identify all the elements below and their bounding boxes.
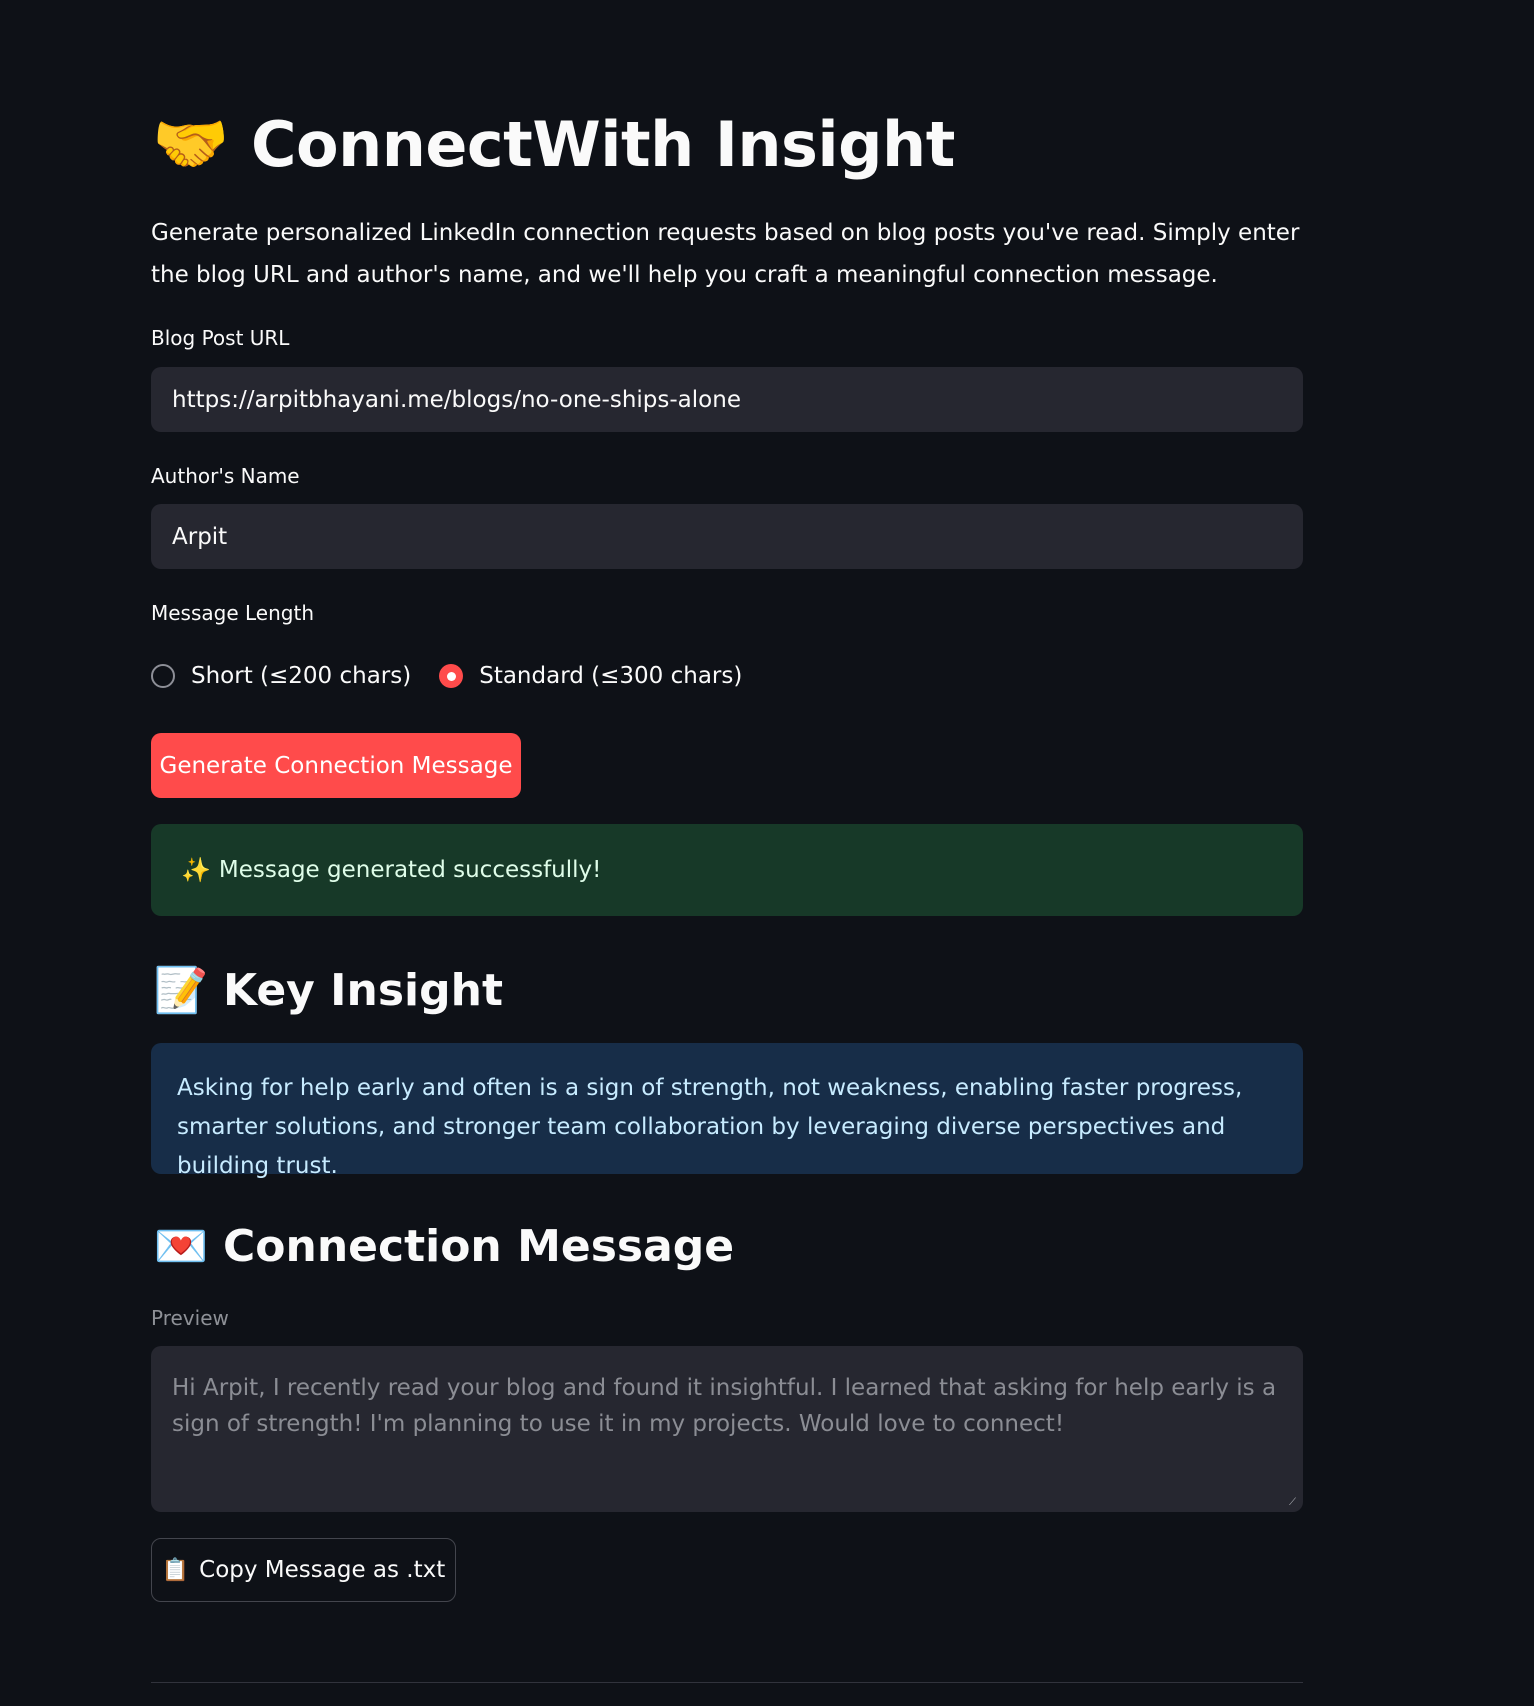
blog-url-input[interactable] bbox=[151, 367, 1303, 432]
radio-unchecked-icon bbox=[151, 664, 175, 688]
app-title: ConnectWith Insight bbox=[251, 107, 955, 181]
handshake-icon: 🤝 bbox=[152, 107, 230, 180]
memo-icon: 📝 bbox=[153, 965, 209, 1016]
connection-message-title: Connection Message bbox=[223, 1220, 735, 1272]
radio-label-short: Short (≤200 chars) bbox=[191, 663, 412, 689]
resize-handle-icon[interactable]: ⟋ bbox=[1289, 1498, 1299, 1508]
author-name-input[interactable] bbox=[151, 504, 1303, 569]
message-length-label: Message Length bbox=[151, 601, 314, 625]
clipboard-icon: 📋 bbox=[161, 1557, 190, 1583]
radio-checked-icon bbox=[439, 664, 464, 688]
message-length-radio-group: Short (≤200 chars) Standard (≤300 chars) bbox=[151, 658, 770, 694]
key-insight-heading: 📝 Key Insight bbox=[151, 960, 503, 1020]
radio-option-short[interactable]: Short (≤200 chars) bbox=[151, 663, 411, 689]
message-preview-textarea[interactable]: Hi Arpit, I recently read your blog and … bbox=[151, 1346, 1303, 1512]
love-letter-icon: 💌 bbox=[153, 1221, 209, 1272]
url-field-label: Blog Post URL bbox=[151, 326, 290, 350]
radio-label-standard: Standard (≤300 chars) bbox=[479, 663, 743, 689]
app-page: 🤝 ConnectWith Insight Generate personali… bbox=[0, 0, 1534, 1706]
generate-message-button[interactable]: Generate Connection Message bbox=[151, 733, 521, 798]
copy-button-label: Copy Message as .txt bbox=[199, 1557, 446, 1583]
copy-message-button[interactable]: 📋 Copy Message as .txt bbox=[151, 1538, 456, 1602]
connection-message-heading: 💌 Connection Message bbox=[151, 1216, 735, 1276]
radio-option-standard[interactable]: Standard (≤300 chars) bbox=[439, 663, 742, 689]
key-insight-box: Asking for help early and often is a sig… bbox=[151, 1043, 1303, 1179]
preview-label: Preview bbox=[151, 1306, 229, 1330]
page-title: 🤝 ConnectWith Insight bbox=[151, 100, 955, 188]
app-description: Generate personalized LinkedIn connectio… bbox=[151, 220, 1300, 288]
key-insight-title: Key Insight bbox=[223, 964, 503, 1016]
sparkles-icon: ✨ bbox=[181, 856, 211, 884]
author-field-label: Author's Name bbox=[151, 464, 300, 488]
message-preview-text: Hi Arpit, I recently read your blog and … bbox=[172, 1375, 1277, 1437]
divider bbox=[151, 1682, 1303, 1683]
success-text: Message generated successfully! bbox=[218, 857, 602, 883]
success-alert: ✨ Message generated successfully! bbox=[151, 824, 1303, 916]
